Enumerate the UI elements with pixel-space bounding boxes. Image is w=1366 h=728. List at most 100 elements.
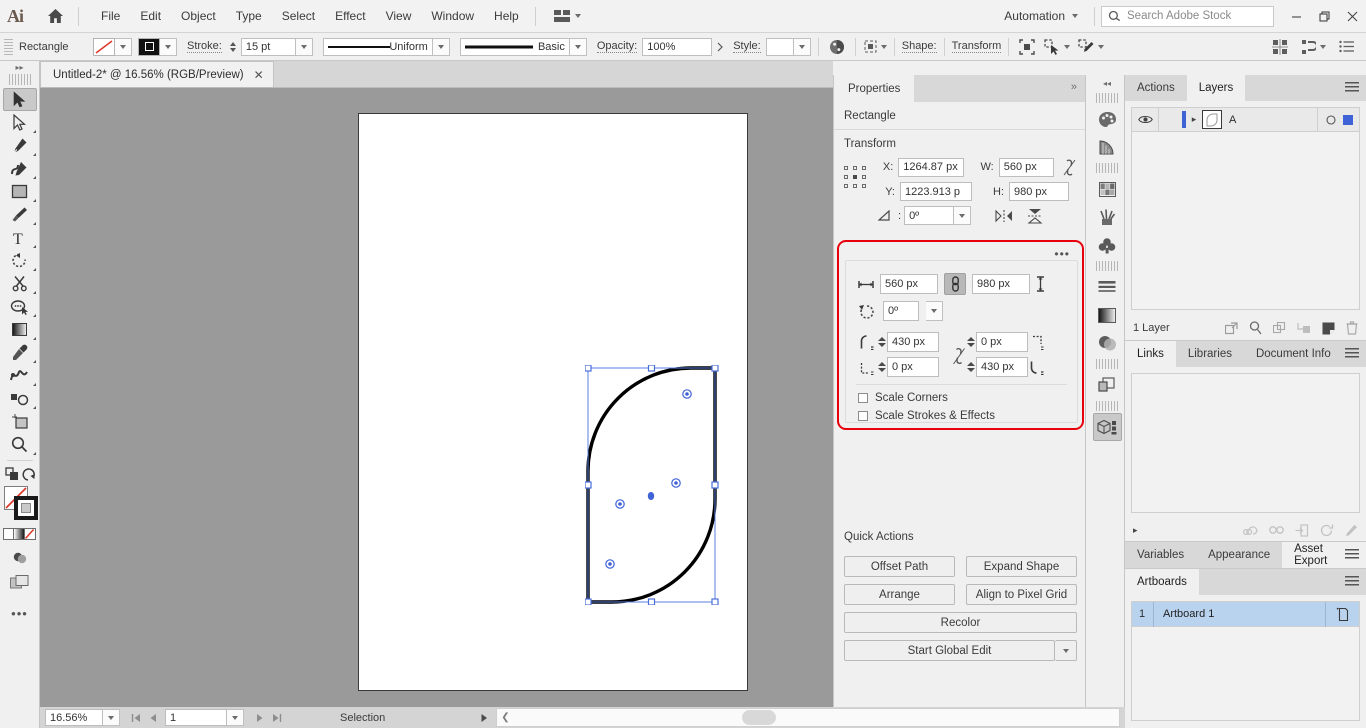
automation-menu[interactable]: Automation	[994, 9, 1088, 23]
horizontal-scrollbar[interactable]: ❮	[496, 708, 1120, 727]
graphic-style-dropdown[interactable]	[793, 37, 811, 56]
toolbar-grip[interactable]	[8, 74, 31, 85]
distribute-icon[interactable]	[1301, 39, 1326, 55]
arrange-button[interactable]: Arrange	[844, 584, 955, 605]
release-to-layers-icon[interactable]	[1225, 321, 1238, 335]
color-mode-icon[interactable]	[3, 528, 14, 540]
gradient-icon[interactable]	[1093, 301, 1122, 329]
stroke-weight-stepper[interactable]	[228, 38, 238, 56]
artboards-empty-area[interactable]	[1132, 627, 1359, 720]
transform-label[interactable]: Transform	[951, 40, 1002, 53]
links-empty-area[interactable]	[1131, 373, 1360, 513]
lock-cell[interactable]	[1158, 107, 1180, 132]
panel-menu-icon[interactable]	[1345, 82, 1359, 93]
rail-grip-3[interactable]	[1096, 261, 1118, 271]
previous-artboard-icon[interactable]	[144, 709, 161, 726]
tab-properties[interactable]: Properties	[834, 75, 915, 102]
tab-actions[interactable]: Actions	[1125, 75, 1187, 101]
isolate-selected-icon[interactable]	[1016, 38, 1038, 55]
stroke-weight-input[interactable]: 15 pt	[240, 37, 296, 56]
artboard-row[interactable]: 1 Artboard 1	[1132, 601, 1359, 627]
window-close-button[interactable]	[1338, 1, 1366, 32]
stroke-control[interactable]	[138, 37, 177, 56]
x-input[interactable]: 1264.87 px	[898, 157, 964, 177]
menu-effect[interactable]: Effect	[325, 5, 375, 27]
corner-bottom-right-input[interactable]: 430 px	[976, 357, 1028, 377]
swatches-icon[interactable]	[1093, 175, 1122, 203]
artboard-name[interactable]: Artboard 1	[1163, 608, 1214, 620]
screen-mode-icon[interactable]	[3, 571, 37, 594]
symbols-icon[interactable]	[1093, 231, 1122, 259]
panel-menu-icon[interactable]	[1345, 576, 1359, 587]
control-bar-grip[interactable]	[4, 38, 13, 55]
scale-strokes-checkbox[interactable]	[858, 411, 868, 421]
eyedropper-tool[interactable]	[3, 341, 37, 364]
flip-horizontal-icon[interactable]	[995, 209, 1013, 223]
tab-libraries[interactable]: Libraries	[1175, 341, 1244, 367]
close-tab-icon[interactable]: ✕	[254, 68, 264, 82]
scissors-tool[interactable]	[3, 272, 37, 295]
disclosure-triangle-icon[interactable]: ▸	[1133, 525, 1138, 536]
artboard-number-dropdown[interactable]	[227, 709, 244, 726]
window-restore-button[interactable]	[1310, 1, 1338, 32]
offset-path-button[interactable]: Offset Path	[844, 556, 955, 577]
stroke-weight-dropdown[interactable]	[295, 37, 313, 56]
width-profile-select[interactable]: Uniform	[322, 37, 433, 56]
select-similar-icon[interactable]	[1044, 38, 1071, 55]
symbol-sprayer-tool[interactable]	[3, 387, 37, 410]
y-input[interactable]: 1223.913 p	[900, 182, 972, 201]
eye-icon[interactable]	[1132, 114, 1158, 125]
menu-select[interactable]: Select	[272, 5, 325, 27]
blend-tool[interactable]	[3, 364, 37, 387]
type-tool[interactable]: T	[3, 226, 37, 249]
corner-bottom-left-stepper[interactable]	[876, 358, 887, 376]
corner-bottom-right-stepper[interactable]	[965, 358, 976, 376]
artboard-options-icon[interactable]	[1325, 601, 1359, 627]
fill-dropdown[interactable]	[115, 37, 132, 56]
brush-definition-dropdown[interactable]	[569, 37, 587, 56]
layers-empty-area[interactable]	[1132, 132, 1359, 309]
opacity-label[interactable]: Opacity:	[596, 40, 638, 53]
corner-top-right-stepper[interactable]	[965, 333, 976, 351]
edit-toolbar-icon[interactable]	[1078, 38, 1105, 55]
tab-appearance[interactable]: Appearance	[1196, 542, 1283, 568]
scale-corners-row[interactable]: Scale Corners	[846, 392, 1077, 404]
stroke-panel-icon[interactable]	[1093, 273, 1122, 301]
global-edit-options-button[interactable]	[1055, 640, 1077, 661]
tab-artboards[interactable]: Artboards	[1125, 569, 1199, 595]
scale-corners-checkbox[interactable]	[858, 393, 868, 403]
recolor-artwork-icon[interactable]	[826, 39, 848, 55]
none-mode-icon[interactable]	[25, 528, 36, 540]
target-circle-icon[interactable]	[1326, 114, 1336, 125]
tab-variables[interactable]: Variables	[1125, 542, 1197, 568]
graphic-style-label[interactable]: Style:	[733, 40, 761, 53]
graphic-style-swatch[interactable]	[765, 37, 794, 56]
collapse-panel-icon[interactable]: »	[1071, 81, 1077, 93]
more-options-dots[interactable]: •••	[1054, 247, 1070, 261]
rail-grip-2[interactable]	[1096, 163, 1118, 173]
menu-edit[interactable]: Edit	[130, 5, 171, 27]
stroke-weight-label[interactable]: Stroke:	[187, 40, 222, 53]
corner-top-left-stepper[interactable]	[876, 333, 887, 351]
menu-help[interactable]: Help	[484, 5, 529, 27]
tab-links[interactable]: Links	[1125, 341, 1176, 367]
shape-label[interactable]: Shape:	[901, 40, 937, 53]
color-guide-icon[interactable]	[1093, 133, 1122, 161]
search-input[interactable]: Search Adobe Stock	[1101, 5, 1274, 27]
recolor-button[interactable]: Recolor	[844, 612, 1077, 633]
link-width-height-icon[interactable]	[944, 273, 966, 295]
fill-none-swatch[interactable]	[93, 37, 115, 56]
gradient-tool[interactable]	[3, 318, 37, 341]
flip-vertical-icon[interactable]	[1027, 208, 1043, 224]
collapse-rail-icon[interactable]: ◂◂	[1090, 75, 1124, 91]
reference-point-center[interactable]	[844, 166, 868, 190]
unlink-wh-icon[interactable]	[1063, 156, 1077, 178]
default-fill-stroke-icon[interactable]	[21, 467, 35, 482]
unlink-corner-radius-icon[interactable]	[952, 347, 966, 365]
scale-strokes-row[interactable]: Scale Strokes & Effects	[846, 410, 1077, 422]
pen-tool[interactable]	[3, 134, 37, 157]
create-new-layer-icon[interactable]	[1322, 322, 1335, 335]
menu-type[interactable]: Type	[226, 5, 272, 27]
stroke-swatch-large[interactable]	[14, 496, 38, 520]
canvas-area[interactable]	[40, 88, 833, 707]
